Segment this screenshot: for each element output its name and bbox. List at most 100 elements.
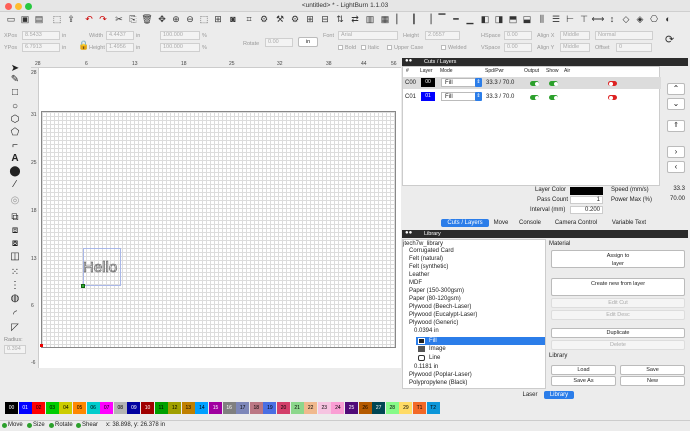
layer-row[interactable]: C01 01 Fill ⇕ 33.3 / 70.0 <box>403 91 661 103</box>
library-thickness[interactable]: 0.1181 in <box>414 364 438 370</box>
color-swatch-16[interactable]: 16 <box>222 402 236 414</box>
node-edit-icon[interactable]: ◇ <box>620 13 632 25</box>
color-swatch-22[interactable]: 22 <box>304 402 318 414</box>
cut-icon[interactable]: ✂ <box>113 13 125 25</box>
work-area-grid[interactable] <box>41 111 396 348</box>
library-item[interactable]: Felt (natural) <box>409 256 443 262</box>
ungroup-icon[interactable]: ⊟ <box>319 13 331 25</box>
power-field[interactable]: 70.00 <box>655 196 685 204</box>
color-swatch-04[interactable]: 04 <box>59 402 73 414</box>
group-icon[interactable]: ⊞ <box>304 13 316 25</box>
alignx-select[interactable]: Middle <box>560 31 590 40</box>
layer-color-swatch[interactable] <box>570 187 603 195</box>
width-percent-field[interactable]: 100.000 <box>160 31 200 40</box>
color-swatch-20[interactable]: 20 <box>277 402 290 414</box>
move-top-icon[interactable]: ⇑ <box>667 120 685 132</box>
duplicate-button[interactable]: Duplicate <box>551 328 685 338</box>
distribute-icon[interactable]: ▦ <box>379 13 391 25</box>
rotary-icon[interactable]: ◍ <box>7 292 23 305</box>
library-item[interactable]: Polypropylene (Black) <box>409 380 467 386</box>
new-button[interactable]: New <box>620 376 685 386</box>
radius-field[interactable]: 0.394 <box>4 345 26 354</box>
panel-close-icon[interactable]: ●● <box>405 58 412 64</box>
trace-icon[interactable]: ⌗ <box>243 13 255 25</box>
zoom-in-icon[interactable]: ⊕ <box>170 13 182 25</box>
library-entry-image[interactable]: Image <box>429 346 446 352</box>
color-swatch-02[interactable]: 02 <box>32 402 46 414</box>
import-icon[interactable]: ⬚ <box>51 13 63 25</box>
library-item[interactable]: Leather <box>409 272 429 278</box>
library-item[interactable]: Plywood (Generic) <box>409 320 458 326</box>
color-swatch-06[interactable]: 06 <box>86 402 100 414</box>
show-toggle[interactable] <box>549 95 558 100</box>
show-toggle[interactable] <box>549 81 558 86</box>
align-center-icon[interactable]: ┃ <box>408 13 420 25</box>
color-swatch-29[interactable]: 29 <box>399 402 413 414</box>
library-entry-line[interactable]: Line <box>429 355 440 361</box>
undo-icon[interactable]: ↶ <box>83 13 95 25</box>
weld-icon[interactable]: ◈ <box>634 13 646 25</box>
save-as-icon[interactable]: ▤ <box>33 13 45 25</box>
output-toggle[interactable] <box>530 81 539 86</box>
selection-handle[interactable] <box>81 284 85 288</box>
color-swatch-18[interactable]: 18 <box>249 402 263 414</box>
round-corner-icon[interactable]: ◜ <box>7 308 23 321</box>
text-tool-icon[interactable]: A <box>7 152 23 165</box>
hello-text-object[interactable]: Hello <box>83 259 118 277</box>
settings-icon[interactable]: ⚙ <box>258 13 270 25</box>
xpos-field[interactable]: 8.5433 <box>22 31 60 40</box>
move-radio[interactable] <box>2 423 7 428</box>
zoom-page-icon[interactable]: ⊞ <box>212 13 224 25</box>
height-field[interactable]: 1.4956 <box>106 43 134 52</box>
interval-field[interactable]: 0.200 <box>570 206 603 214</box>
redo-icon[interactable]: ↷ <box>97 13 109 25</box>
pentagon-tool-icon[interactable]: ⬠ <box>7 126 23 139</box>
copy-icon[interactable]: ⎘ <box>127 13 139 25</box>
tab-laser[interactable]: Laser <box>518 391 542 399</box>
tab-camera-control[interactable]: Camera Control <box>550 219 602 227</box>
color-swatch-17[interactable]: 17 <box>236 402 250 414</box>
library-item[interactable]: Corrugated Card <box>409 248 454 254</box>
position-laser-icon[interactable]: ⬤ <box>7 165 23 178</box>
text-height-field[interactable]: 2.0557 <box>425 31 460 40</box>
color-swatch-26[interactable]: 26 <box>358 402 372 414</box>
move-icon[interactable]: ✥ <box>156 13 168 25</box>
zoom-frame-icon[interactable]: ⬚ <box>198 13 210 25</box>
prev-layer-icon[interactable]: ‹ <box>667 161 685 173</box>
library-entry-fill[interactable]: Fill <box>429 338 437 344</box>
grid-array-icon[interactable]: ⧈ <box>7 224 23 237</box>
bold-checkbox[interactable]: Bold <box>338 43 356 52</box>
machine-settings-icon[interactable]: ⚙ <box>289 13 301 25</box>
wrench-icon[interactable]: ⚒ <box>274 13 286 25</box>
library-item[interactable]: Paper (80-120gsm) <box>409 296 461 302</box>
design-canvas[interactable]: Hello <box>39 68 401 368</box>
font-select[interactable]: Arial <box>338 31 398 40</box>
open-folder-icon[interactable]: ▭ <box>5 13 17 25</box>
layer-color-chip[interactable]: 00 <box>421 78 435 87</box>
air-toggle[interactable] <box>608 81 617 86</box>
vspace-field[interactable]: 0.00 <box>504 43 532 52</box>
flip-icon[interactable]: ⇅ <box>334 13 346 25</box>
circular-array-icon[interactable]: ⧇ <box>7 237 23 250</box>
delete-icon[interactable]: 🗑 <box>141 13 153 25</box>
color-swatch-19[interactable]: 19 <box>263 402 277 414</box>
chamfer-icon[interactable]: ◸ <box>7 321 23 334</box>
hspace-field[interactable]: 0.00 <box>504 31 532 40</box>
color-swatch-10[interactable]: 10 <box>141 402 154 414</box>
camera-icon[interactable]: ◙ <box>227 13 239 25</box>
library-thickness[interactable]: 0.0394 in <box>414 328 439 334</box>
tab-variable-text[interactable]: Variable Text <box>604 219 654 227</box>
size-height-icon[interactable]: ↕ <box>606 13 618 25</box>
offset-icon[interactable]: ⎔ <box>648 13 660 25</box>
move-down-icon[interactable]: ⌄ <box>667 98 685 110</box>
align-right-icon[interactable]: ▕ <box>422 13 434 25</box>
rectangle-tool-icon[interactable]: □ <box>7 86 23 99</box>
width-field[interactable]: 4.4437 <box>106 31 134 40</box>
library-item[interactable]: Paper (150-300gsm) <box>409 288 464 294</box>
polygon-tool-icon[interactable]: ⬡ <box>7 113 23 126</box>
chevron-down-icon[interactable]: ⇕ <box>475 92 482 101</box>
units-button[interactable]: in <box>298 37 318 47</box>
color-swatch-24[interactable]: 24 <box>331 402 345 414</box>
offset-tool-icon[interactable]: ◎ <box>7 194 23 207</box>
air-toggle[interactable] <box>608 95 617 100</box>
